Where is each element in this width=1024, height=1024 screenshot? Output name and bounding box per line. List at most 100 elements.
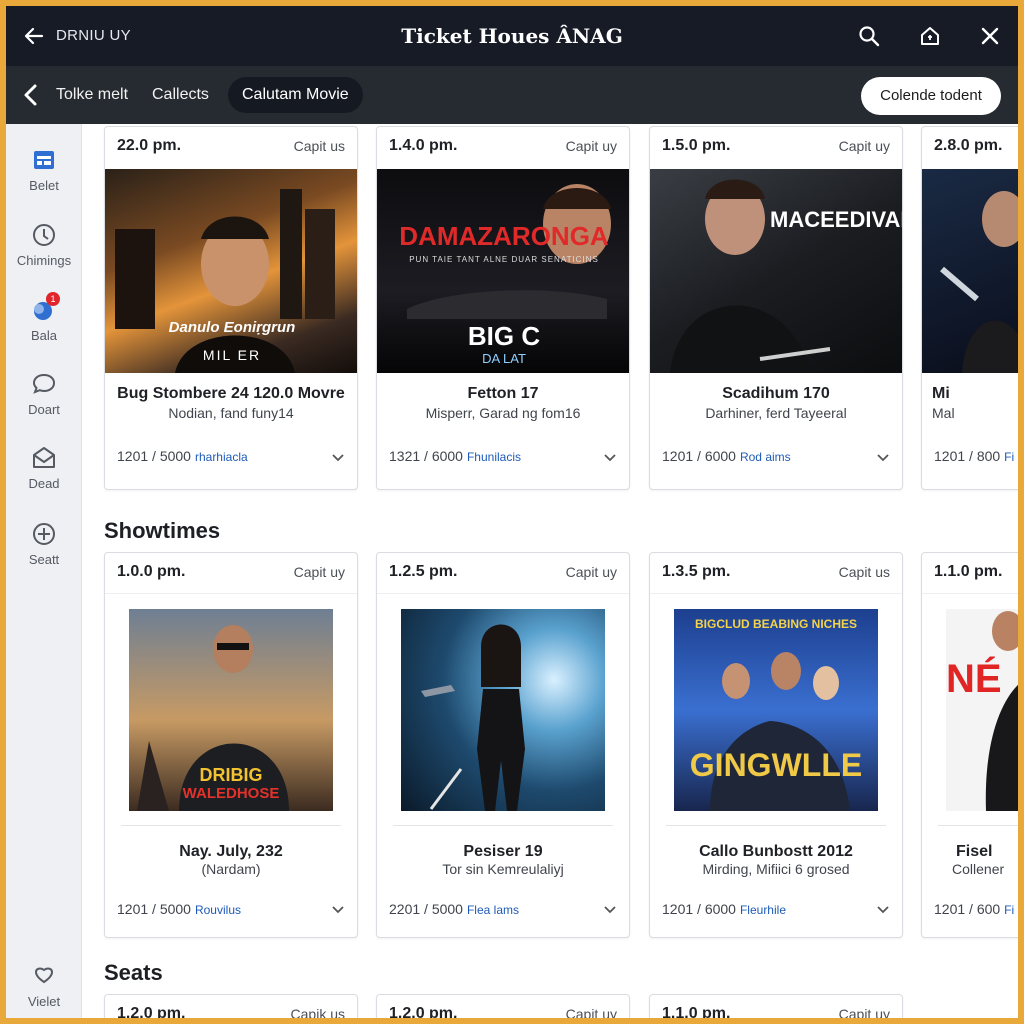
- movie-subtitle: Darhiner, ferd Tayeeral: [705, 405, 847, 421]
- sidebar-item-chimings[interactable]: Chimings: [6, 221, 82, 268]
- movie-card[interactable]: 1.4.0 pm. Capit uy DAMAZARONGA PUN TAIE …: [376, 126, 630, 490]
- movie-subtitle: Tor sin Kemreulaliyj: [442, 861, 564, 877]
- ticket-icon: [34, 151, 54, 169]
- seat-tag[interactable]: Flea lams: [467, 903, 519, 917]
- sidebar-item-dead[interactable]: Dead: [6, 444, 82, 491]
- seat-tag[interactable]: Fleurhile: [740, 903, 786, 917]
- divider: [666, 825, 886, 826]
- sidebar-item-vielet[interactable]: Vielet: [6, 962, 82, 1009]
- showtime-card[interactable]: 1.0.0 pm. Capit uy DRIBIG WALEDHOSE Nay.…: [104, 552, 358, 938]
- movie-card[interactable]: 1.5.0 pm. Capit uy MACEEDIVAL Scadihum 1…: [649, 126, 903, 490]
- capacity-label: Capit uy: [838, 138, 890, 154]
- nav-item-callects[interactable]: Callects: [152, 86, 209, 104]
- movie-poster[interactable]: BIGCLUD BEABING NICHES GINGWLLE: [674, 609, 878, 811]
- chevron-down-icon[interactable]: [603, 453, 617, 463]
- sidebar-item-bala[interactable]: 1 Bala: [6, 292, 82, 343]
- movie-card[interactable]: 2.8.0 pm. Mi Mal 1201 / 800 Fi: [921, 126, 1018, 490]
- poster-title: DAMAZARONGA: [399, 221, 609, 251]
- chevron-down-icon[interactable]: [603, 905, 617, 915]
- seat-count: 1201 / 5000 rharhiacla: [117, 448, 248, 464]
- capacity-label: Capit uy: [838, 1006, 890, 1018]
- showtime-card[interactable]: 1.2.5 pm. Capit uy Pesiser 19 Tor sin Ke…: [376, 552, 630, 938]
- sidebar-item-label: Belet: [29, 178, 59, 193]
- sidebar-item-label: Bala: [30, 328, 58, 343]
- movie-title: Scadihum 170: [722, 385, 830, 402]
- movie-subtitle: Misperr, Garad ng fom16: [425, 405, 581, 421]
- search-icon[interactable]: [857, 24, 881, 48]
- seat-count: 1321 / 6000 Fhunilacis: [389, 448, 521, 464]
- poster-title: MACEEDIVAL: [770, 207, 903, 232]
- seat-tag[interactable]: Rouvilus: [195, 903, 241, 917]
- seat-tag[interactable]: Rod aims: [740, 450, 791, 464]
- divider: [393, 825, 613, 826]
- calendar-button[interactable]: Colende todent: [861, 77, 1001, 115]
- seat-count: 1201 / 600 Fi: [934, 901, 1015, 917]
- poster-title: BIGCLUD BEABING NICHES: [694, 617, 857, 631]
- seat-count: 1201 / 6000 Rod aims: [662, 448, 791, 464]
- sidebar-item-belet[interactable]: Belet: [6, 146, 82, 193]
- seat-tag[interactable]: Fhunilacis: [467, 450, 521, 464]
- seat-card[interactable]: 1.2.0 pm. Capik us: [104, 994, 358, 1018]
- seat-count: 1201 / 800 Fi: [934, 448, 1015, 464]
- nav-item-tolke-melt[interactable]: Tolke melt: [56, 86, 128, 104]
- poster-art: [940, 191, 1018, 373]
- nav-item-active[interactable]: Calutam Movie: [228, 77, 363, 113]
- movie-title: Mi: [932, 385, 950, 402]
- chevron-down-icon[interactable]: [876, 905, 890, 915]
- movie-poster[interactable]: [401, 609, 605, 811]
- showtime-card[interactable]: 1.3.5 pm. Capit us BIGCLUD BEABING NICHE…: [649, 552, 903, 938]
- movie-subtitle: Collener: [952, 861, 1005, 877]
- sidebar-item-seatt[interactable]: Seatt: [6, 520, 82, 567]
- poster-art: [115, 189, 335, 373]
- seat-tag[interactable]: Fi: [1004, 450, 1014, 464]
- showtime: 1.1.0 pm.: [934, 563, 1003, 580]
- movie-poster[interactable]: NÉ: [946, 609, 1018, 811]
- seat-card[interactable]: 1.1.0 pm. Capit uy: [649, 994, 903, 1018]
- poster-art: [421, 624, 525, 811]
- movie-poster[interactable]: MACEEDIVAL: [650, 169, 903, 373]
- main-content: 22.0 pm. Capit us Danulo Eoniṛgrun MIL E…: [82, 124, 1018, 1018]
- divider: [377, 593, 629, 594]
- poster-title: NÉ: [946, 657, 1002, 701]
- notification-badge: 1: [46, 292, 60, 306]
- chevron-left-icon[interactable]: [20, 83, 42, 107]
- showtime-card[interactable]: 1.1.0 pm. NÉ Fisel Collener 1201 / 600 Fi: [921, 552, 1018, 938]
- showtime: 1.2.5 pm.: [389, 563, 458, 580]
- close-icon[interactable]: [978, 24, 1002, 48]
- seat-tag[interactable]: rharhiacla: [195, 450, 248, 464]
- movie-poster[interactable]: Danulo Eoniṛgrun MIL ER: [105, 169, 357, 373]
- showtime: 1.4.0 pm.: [389, 137, 458, 154]
- movie-subtitle: Nodian, fand funy14: [168, 405, 294, 421]
- nav-bar: Tolke melt Callects Calutam Movie Colend…: [6, 66, 1018, 124]
- seat-count: 1201 / 5000 Rouvilus: [117, 901, 241, 917]
- chevron-down-icon[interactable]: [331, 453, 345, 463]
- movie-card[interactable]: 22.0 pm. Capit us Danulo Eoniṛgrun MIL E…: [104, 126, 358, 490]
- poster-title: Danulo Eoniṛgrun: [168, 319, 296, 336]
- app-window: DRNIU UY Ticket Houes ÂNAG Tolke melt Ca…: [6, 6, 1018, 1018]
- movie-poster[interactable]: DAMAZARONGA PUN TAIE TANT ALNE DUAR SENA…: [377, 169, 629, 373]
- mail-icon: [33, 447, 55, 468]
- capacity-label: Capit uy: [565, 1006, 617, 1018]
- seat-count: 1201 / 6000 Fleurhile: [662, 901, 786, 917]
- poster-subtitle: WALEDHOSE: [182, 785, 280, 802]
- section-title-showtimes: Showtimes: [104, 518, 221, 543]
- capacity-label: Capit uy: [293, 564, 345, 580]
- chevron-down-icon[interactable]: [876, 453, 890, 463]
- capacity-label: Capik us: [290, 1006, 345, 1018]
- movie-title: Bug Stombere 24 120.0 Movre: [117, 385, 345, 402]
- poster-small-title: DA LAT: [482, 351, 526, 366]
- poster-big-title: GINGWLLE: [689, 747, 863, 783]
- movie-poster[interactable]: [922, 169, 1018, 373]
- movie-poster[interactable]: DRIBIG WALEDHOSE: [129, 609, 333, 811]
- poster-art: [670, 179, 831, 373]
- showtime: 1.5.0 pm.: [662, 137, 731, 154]
- showtime: 1.1.0 pm.: [662, 1005, 731, 1018]
- clock-icon: [33, 224, 55, 246]
- chevron-down-icon[interactable]: [331, 905, 345, 915]
- home-icon[interactable]: [918, 24, 942, 48]
- seat-card[interactable]: 1.2.0 pm. Capit uy: [376, 994, 630, 1018]
- poster-tagline: PUN TAIE TANT ALNE DUAR SENATICINS: [409, 255, 599, 264]
- section-title-seats: Seats: [104, 960, 163, 985]
- sidebar-item-doart[interactable]: Doart: [6, 370, 82, 417]
- seat-tag[interactable]: Fi: [1004, 903, 1014, 917]
